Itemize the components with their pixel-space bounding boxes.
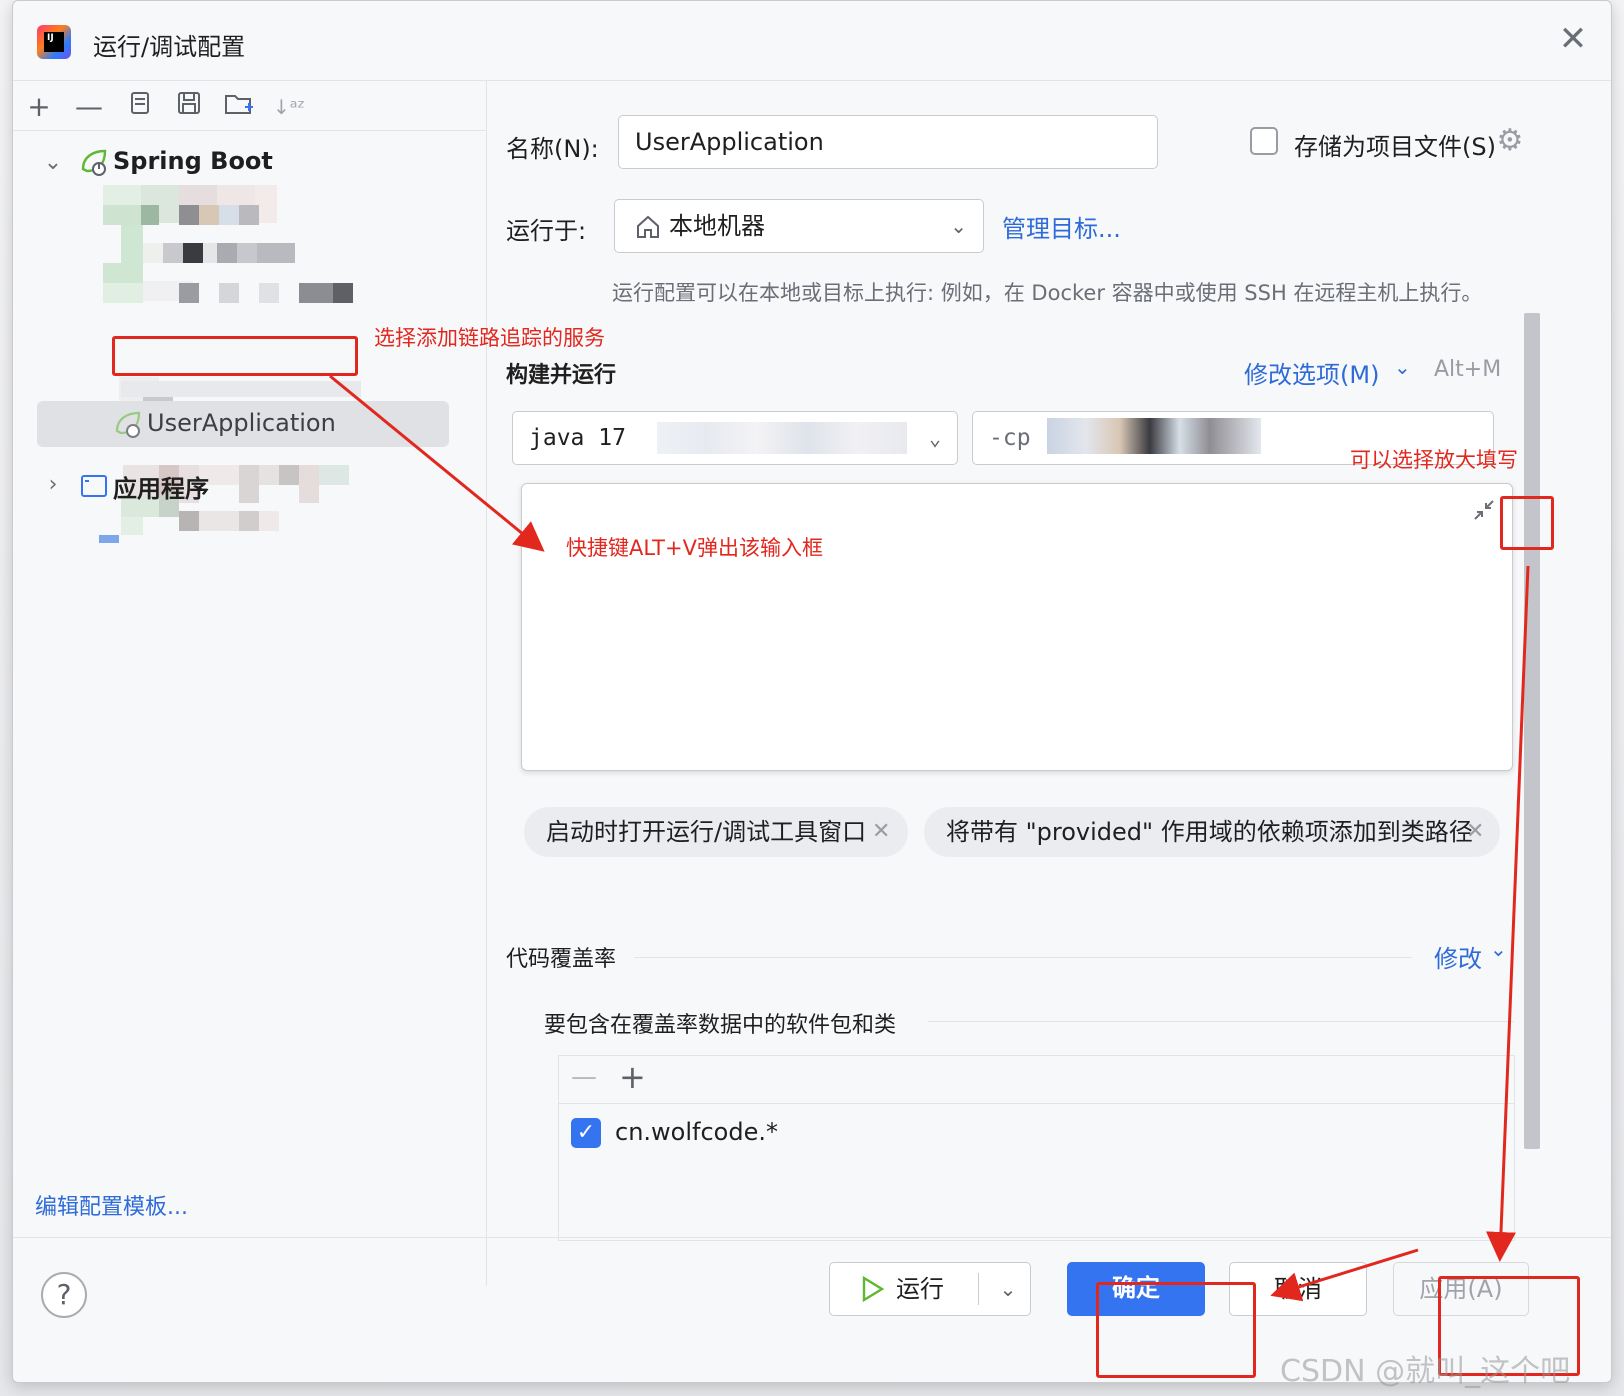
intellij-logo-icon: IJ	[37, 25, 71, 59]
ok-button[interactable]: 确定	[1067, 1262, 1205, 1316]
chip-label: 启动时打开运行/调试工具窗口	[546, 818, 867, 846]
modify-options-shortcut: Alt+M	[1434, 357, 1502, 382]
vm-options-expanded-textarea[interactable]	[521, 483, 1513, 771]
chevron-down-icon: ⌄	[928, 426, 941, 450]
help-button[interactable]: ?	[41, 1272, 87, 1318]
tree-node-spring-boot[interactable]: ⌄ Spring Boot	[13, 143, 487, 183]
chevron-right-icon[interactable]: ›	[41, 473, 65, 497]
store-as-project-file-label: 存储为项目文件(S)	[1294, 133, 1496, 161]
coverage-title: 代码覆盖率	[506, 947, 617, 972]
coverage-patterns-table: — + ✓ cn.wolfcode.*	[558, 1055, 1515, 1241]
scrollbar[interactable]	[1524, 313, 1540, 1149]
divider	[978, 1273, 979, 1305]
run-debug-config-dialog: IJ 运行/调试配置 ✕ + — ↓ᵃᶻ ⌄ Spring Boot UserA…	[12, 0, 1612, 1383]
chip-add-provided-deps[interactable]: 将带有 "provided" 作用域的依赖项添加到类路径 ✕	[924, 807, 1500, 857]
tree-label-application: 应用程序	[113, 475, 209, 503]
config-editor-pane: 名称(N): UserApplication 存储为项目文件(S) ⚙ 运行于:…	[488, 81, 1611, 1241]
close-icon[interactable]: ✕	[1555, 21, 1591, 57]
cancel-button[interactable]: 取消	[1229, 1262, 1367, 1316]
build-run-title: 构建并运行	[506, 363, 617, 388]
edit-config-templates-link[interactable]: 编辑配置模板...	[35, 1189, 188, 1221]
chevron-down-icon[interactable]: ⌄	[1490, 937, 1507, 961]
manage-targets-link[interactable]: 管理目标...	[1002, 209, 1121, 244]
coverage-include-label: 要包含在覆盖率数据中的软件包和类	[544, 1013, 897, 1038]
chevron-down-icon: ⌄	[950, 214, 967, 238]
tree-label-user-application: UserApplication	[147, 409, 336, 437]
close-icon[interactable]: ✕	[872, 807, 890, 857]
dialog-footer: ? 运行 ⌄ 确定 取消 应用(A)	[13, 1237, 1611, 1382]
add-icon[interactable]: +	[21, 89, 57, 125]
divider	[634, 957, 1412, 958]
tree-node-application[interactable]: › 应用程序	[13, 465, 487, 505]
copy-icon[interactable]	[121, 89, 157, 125]
home-icon	[637, 215, 659, 238]
spring-boot-app-icon	[115, 411, 141, 438]
run-on-label: 运行于:	[506, 217, 587, 245]
chip-label: 将带有 "provided" 作用域的依赖项添加到类路径	[946, 818, 1473, 846]
coverage-table-toolbar: — +	[559, 1056, 1514, 1104]
collapse-icon[interactable]	[1470, 496, 1498, 524]
chevron-down-icon[interactable]: ⌄	[41, 151, 65, 175]
divider	[928, 1021, 1514, 1022]
run-on-value: 本地机器	[669, 212, 765, 240]
pattern-checkbox[interactable]: ✓	[571, 1118, 601, 1148]
chevron-down-icon[interactable]: ⌄	[1394, 355, 1411, 379]
save-icon[interactable]	[171, 89, 207, 125]
gear-icon[interactable]: ⚙	[1494, 125, 1526, 157]
remove-icon[interactable]: —	[71, 89, 107, 125]
sort-icon[interactable]: ↓ᵃᶻ	[271, 89, 307, 125]
run-button[interactable]: 运行 ⌄	[829, 1262, 1031, 1316]
name-label: 名称(N):	[506, 135, 599, 163]
classpath-value: -cp	[989, 425, 1031, 451]
redacted-classpath	[1047, 418, 1261, 454]
modify-options-link[interactable]: 修改选项(M)	[1244, 355, 1379, 390]
title-bar: IJ 运行/调试配置 ✕	[13, 1, 1611, 81]
play-icon	[862, 1275, 885, 1303]
run-button-label: 运行	[896, 1275, 944, 1303]
jdk-select[interactable]: java 17 ⌄	[512, 411, 958, 465]
add-icon[interactable]: +	[619, 1058, 646, 1096]
apply-button[interactable]: 应用(A)	[1393, 1262, 1529, 1316]
config-tree-pane: + — ↓ᵃᶻ ⌄ Spring Boot UserApplication › …	[13, 81, 487, 1286]
pattern-value[interactable]: cn.wolfcode.*	[615, 1118, 778, 1146]
close-icon[interactable]: ✕	[1466, 807, 1484, 857]
window-title: 运行/调试配置	[93, 33, 246, 61]
name-input[interactable]: UserApplication	[618, 115, 1158, 169]
jdk-value: java 17	[529, 425, 626, 451]
coverage-modify-link[interactable]: 修改	[1434, 939, 1482, 974]
chevron-down-icon[interactable]: ⌄	[988, 1263, 1028, 1315]
new-folder-icon[interactable]	[221, 89, 257, 125]
remove-icon[interactable]: —	[571, 1062, 597, 1092]
run-on-select[interactable]: 本地机器 ⌄	[614, 199, 984, 253]
redacted-jdk-path	[657, 422, 907, 454]
tree-toolbar: + — ↓ᵃᶻ	[13, 81, 487, 131]
classpath-select[interactable]: -cp	[972, 411, 1494, 465]
run-on-hint: 运行配置可以在本地或目标上执行: 例如，在 Docker 容器中或使用 SSH …	[612, 281, 1483, 305]
store-as-project-file-checkbox[interactable]	[1250, 127, 1278, 155]
tree-label-spring-boot: Spring Boot	[113, 147, 273, 175]
tree-node-user-application[interactable]: UserApplication	[37, 401, 449, 447]
chip-open-tool-window[interactable]: 启动时打开运行/调试工具窗口 ✕	[524, 807, 908, 857]
application-window-icon	[81, 475, 107, 497]
spring-boot-icon	[81, 149, 107, 176]
